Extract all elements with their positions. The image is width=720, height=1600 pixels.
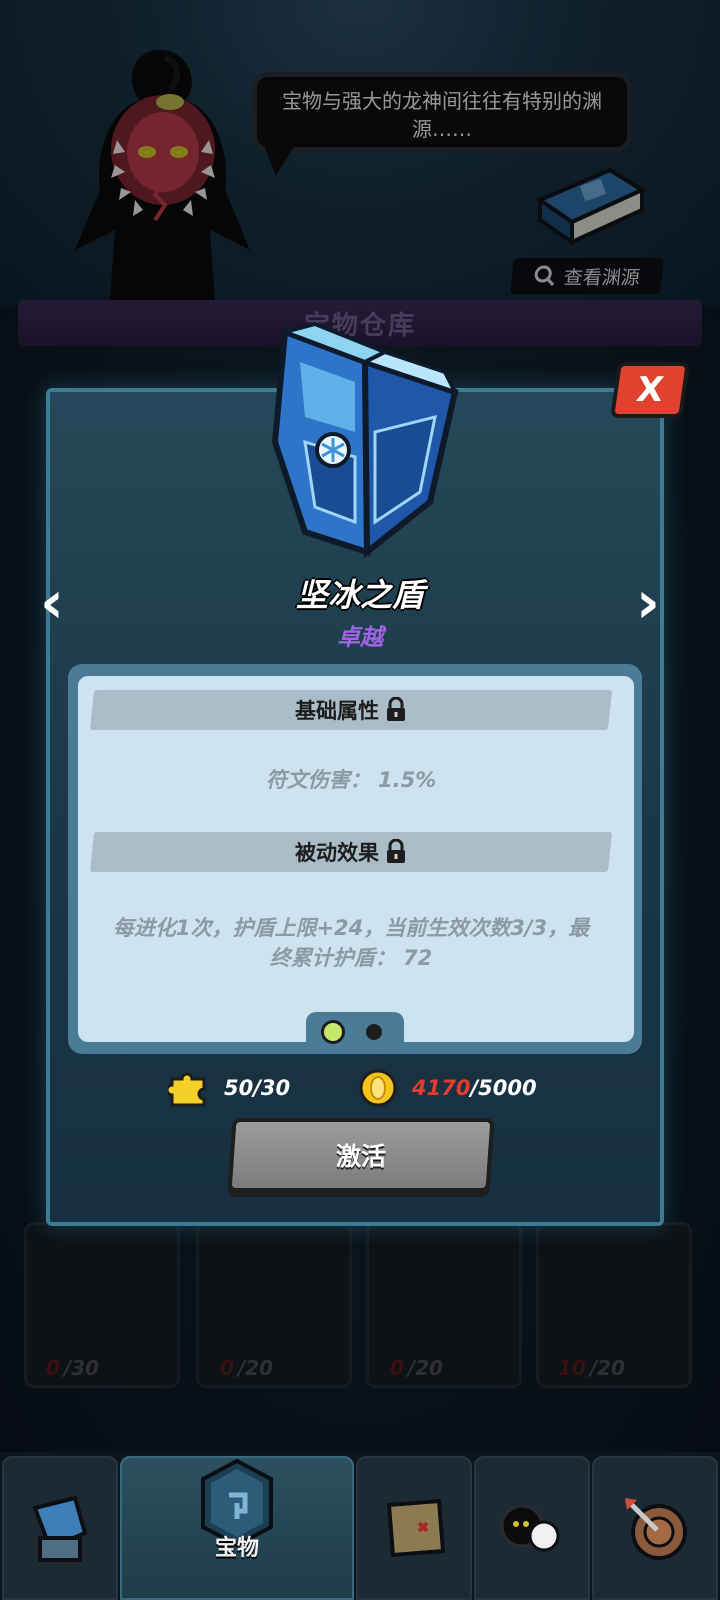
activate-label: 激活 bbox=[335, 1142, 386, 1171]
nav-item-target[interactable] bbox=[592, 1456, 718, 1600]
activate-button[interactable]: 激活 bbox=[227, 1118, 495, 1192]
nav-item-treasure[interactable] bbox=[120, 1456, 354, 1600]
item-rarity: 卓越 bbox=[337, 625, 383, 651]
target-icon bbox=[625, 1498, 687, 1560]
close-icon: X bbox=[634, 370, 666, 410]
castle-icon bbox=[32, 1495, 88, 1562]
base-attribute-header: 基础属性 bbox=[89, 690, 613, 730]
characters-icon bbox=[500, 1504, 560, 1552]
page-dot-active[interactable] bbox=[321, 1020, 345, 1044]
passive-effect-line-2: 终累计护盾： 72 bbox=[269, 946, 433, 970]
gold-coin-icon bbox=[359, 1069, 397, 1107]
coins-owned: 4170 bbox=[412, 1076, 471, 1100]
coin-cost: 4170/5000 bbox=[358, 1068, 537, 1108]
nav-item-characters[interactable] bbox=[474, 1456, 590, 1600]
base-attribute-title: 基础属性 bbox=[295, 699, 379, 723]
base-attribute-value: 符文伤害： 1.5% bbox=[265, 768, 437, 792]
ice-shield-icon bbox=[271, 322, 459, 559]
fragment-count: 50/30 bbox=[224, 1076, 291, 1100]
nav-item-castle[interactable] bbox=[2, 1456, 118, 1600]
puzzle-piece-icon bbox=[168, 1072, 206, 1107]
lock-icon bbox=[387, 697, 405, 721]
nav-item-map[interactable] bbox=[356, 1456, 472, 1600]
map-icon bbox=[386, 1498, 446, 1558]
fragment-cost: 50/30 bbox=[168, 1068, 290, 1108]
lock-icon bbox=[387, 839, 405, 863]
nav-label-treasure: 宝物 bbox=[214, 1536, 259, 1561]
passive-effect-header: 被动效果 bbox=[89, 832, 613, 872]
passive-effect-title: 被动效果 bbox=[295, 841, 379, 865]
coins-required: /5000 bbox=[470, 1076, 537, 1100]
page-dot[interactable] bbox=[366, 1024, 382, 1040]
close-button[interactable]: X bbox=[610, 362, 690, 418]
passive-effect-line-1: 每进化1次，护盾上限+24，当前生效次数3/3，最 bbox=[112, 916, 590, 940]
item-name: 坚冰之盾 bbox=[295, 576, 424, 614]
